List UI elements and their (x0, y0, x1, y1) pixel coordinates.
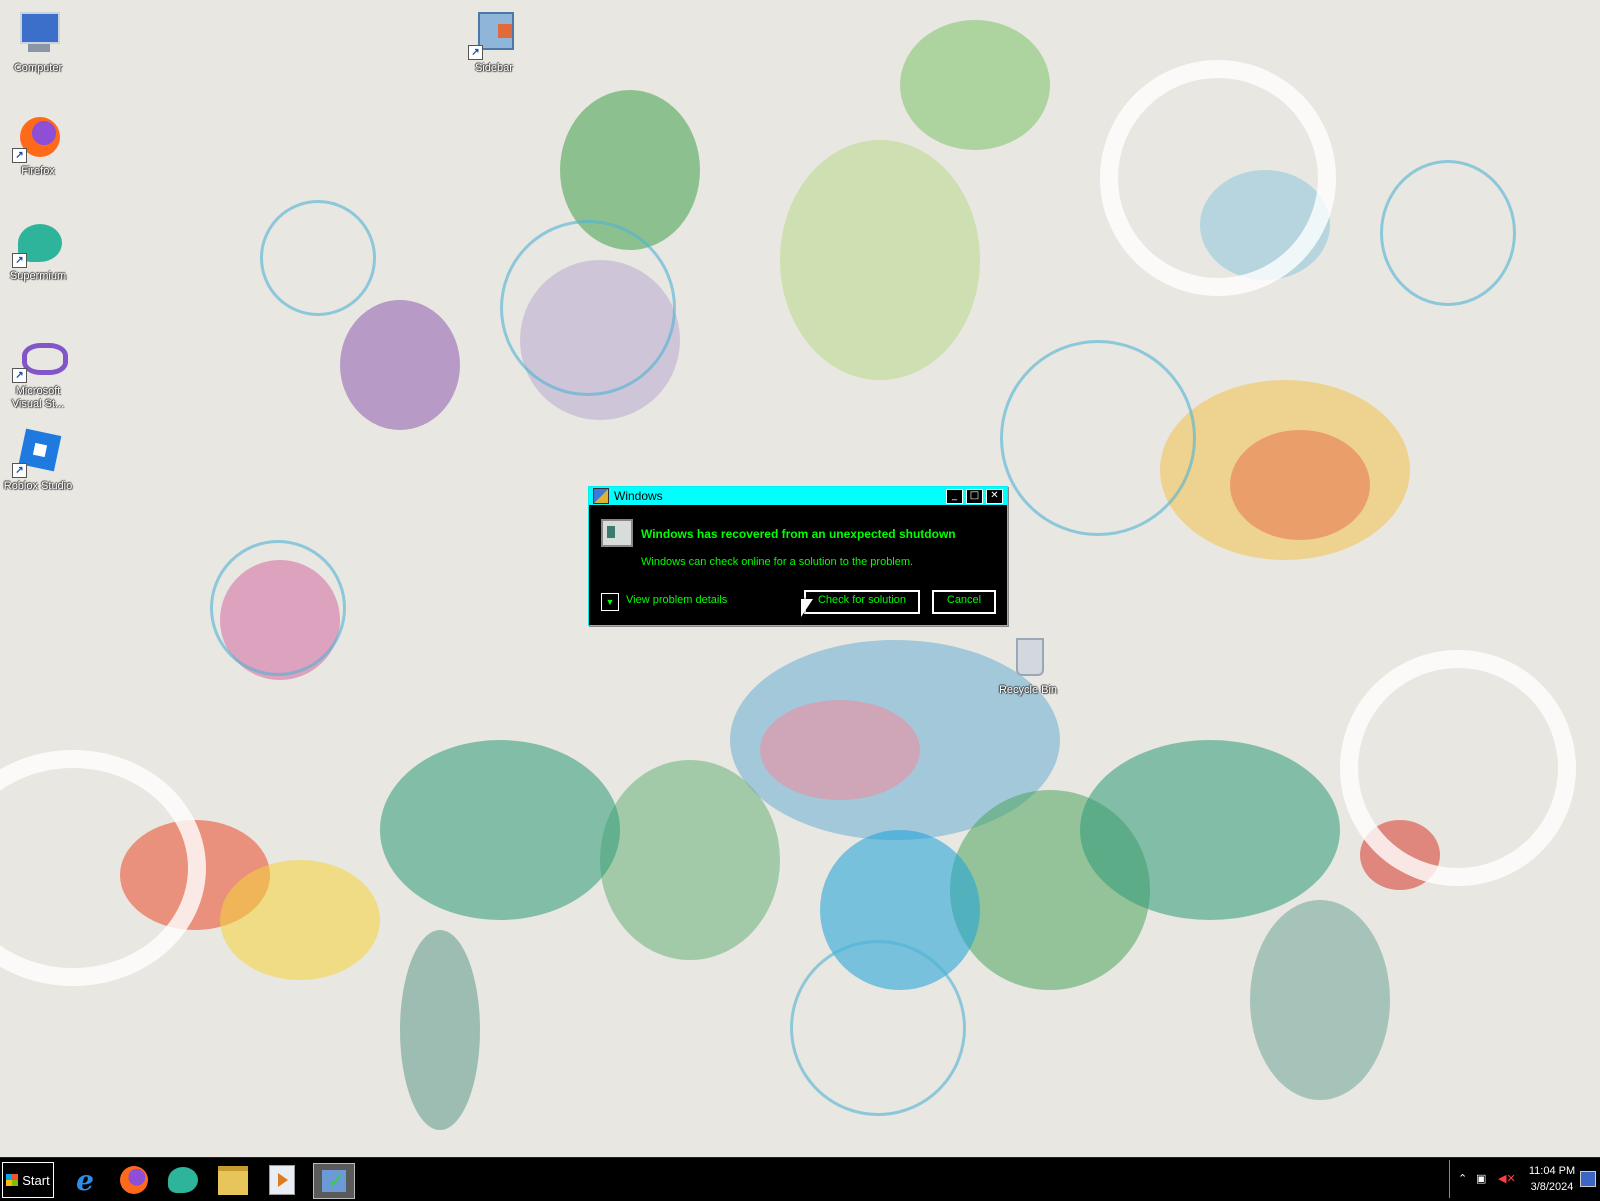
icon-label: Recycle Bin (998, 684, 1058, 696)
icon-label: Roblox Studio (3, 480, 73, 492)
taskbar-action-center[interactable]: ✓ (313, 1163, 355, 1199)
desktop-icon-visual-studio[interactable]: ↗ Microsoft Visual St... (0, 333, 76, 411)
firefox-icon (120, 1166, 148, 1194)
action-center-icon: ✓ (322, 1168, 346, 1192)
show-hidden-icons-icon[interactable]: ⌃ (1458, 1172, 1467, 1185)
desktop-icon-firefox[interactable]: ↗ Firefox (0, 113, 76, 178)
icon-label: Sidebar (475, 62, 513, 74)
clock-date: 3/8/2024 (1530, 1181, 1574, 1193)
system-tray: ⌃ ▣ ◀✕ 11:04 PM 3/8/2024 (1449, 1160, 1600, 1198)
taskbar-file-explorer[interactable] (213, 1163, 253, 1197)
desktop-icon-computer[interactable]: Computer (0, 10, 76, 75)
windows-logo-icon (6, 1174, 19, 1186)
taskbar-supermium[interactable] (163, 1163, 203, 1197)
view-details-link[interactable]: View problem details (626, 594, 727, 606)
media-player-icon (269, 1165, 295, 1195)
cancel-button[interactable]: Cancel (932, 590, 996, 614)
computer-icon (14, 10, 62, 58)
icon-label: Supermium (9, 270, 67, 282)
mouse-cursor (801, 599, 813, 617)
dialog-message: Windows can check online for a solution … (641, 556, 914, 568)
desktop-icon-recycle-bin[interactable]: Recycle Bin (988, 632, 1068, 697)
dialog-title: Windows (614, 489, 663, 503)
close-button[interactable]: ✕ (986, 488, 1003, 504)
recycle-bin-icon (1004, 632, 1052, 680)
taskbar-internet-explorer[interactable]: e (65, 1163, 105, 1197)
firefox-icon: ↗ (12, 113, 62, 163)
supermium-icon: ↗ (12, 218, 62, 268)
chevron-down-icon: ▼ (605, 597, 615, 607)
supermium-icon (168, 1167, 198, 1193)
details-expand-button[interactable]: ▼ (601, 593, 619, 611)
taskbar-media-player[interactable] (262, 1163, 302, 1197)
desktop-icon-supermium[interactable]: ↗ Supermium (0, 218, 76, 283)
problem-report-icon (601, 519, 633, 547)
start-button[interactable]: Start (2, 1162, 54, 1198)
dialog-heading: Windows has recovered from an unexpected… (641, 527, 956, 541)
roblox-studio-icon: ↗ (12, 428, 62, 478)
visual-studio-icon: ↗ (12, 333, 68, 383)
minimize-button[interactable]: _ (946, 488, 963, 504)
internet-explorer-icon: e (76, 1163, 94, 1197)
taskbar-firefox[interactable] (114, 1163, 154, 1197)
file-explorer-icon (218, 1165, 248, 1195)
show-desktop-button[interactable] (1580, 1171, 1596, 1187)
network-icon[interactable]: ▣ (1476, 1172, 1486, 1185)
desktop-icon-sidebar[interactable]: ↗ Sidebar (456, 10, 532, 75)
check-for-solution-button[interactable]: Check for solution (804, 590, 920, 614)
desktop-icon-roblox-studio[interactable]: ↗ Roblox Studio (0, 428, 76, 493)
icon-label: Computer (13, 62, 63, 74)
start-label: Start (22, 1172, 50, 1188)
icon-label: Firefox (21, 165, 55, 177)
taskbar: Start e ✓ ⌃ ▣ ◀✕ 11:04 PM 3/8/2024 (0, 1157, 1600, 1201)
maximize-button[interactable]: □ (966, 488, 983, 504)
clock-time: 11:04 PM (1528, 1165, 1576, 1177)
dialog-titlebar[interactable]: Windows _ □ ✕ (589, 487, 1007, 505)
desktop[interactable]: Computer ↗ Firefox ↗ Supermium ↗ Microso… (0, 0, 1600, 1157)
volume-muted-icon[interactable]: ◀✕ (1498, 1172, 1516, 1185)
windows-icon (593, 488, 609, 504)
sidebar-icon: ↗ (468, 10, 518, 60)
clock[interactable]: 11:04 PM 3/8/2024 (1526, 1163, 1578, 1195)
error-recovery-dialog[interactable]: Windows _ □ ✕ Windows has recovered from… (588, 486, 1008, 626)
icon-label: Microsoft Visual St... (11, 385, 65, 410)
